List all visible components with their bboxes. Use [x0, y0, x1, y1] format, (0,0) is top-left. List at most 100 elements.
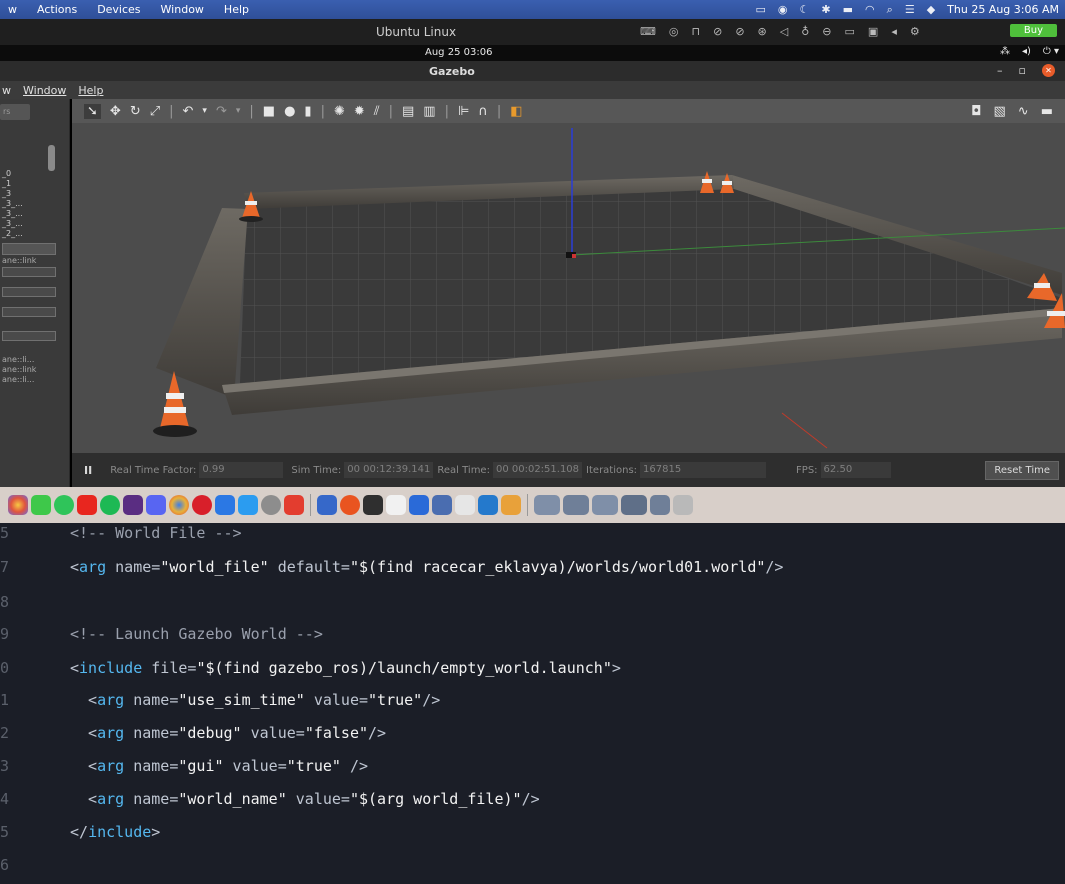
discord-icon[interactable]: [146, 495, 166, 515]
maximize-icon[interactable]: ▫: [1019, 64, 1026, 77]
settings-icon[interactable]: ⚙: [910, 25, 920, 38]
redo-dropdown-icon[interactable]: ▾: [236, 106, 241, 116]
whatsapp-icon[interactable]: [54, 495, 74, 515]
audio-icon[interactable]: ◁: [780, 25, 788, 38]
box-shape-icon[interactable]: ■: [263, 104, 275, 119]
scale-mode-icon[interactable]: ⤢: [150, 104, 160, 119]
tree-item[interactable]: _2_...: [2, 229, 23, 239]
terminal-icon[interactable]: [363, 495, 383, 515]
tree-item[interactable]: ane::li...: [2, 355, 34, 365]
panel-tab[interactable]: rs: [0, 104, 30, 120]
directional-light-icon[interactable]: ⫽: [374, 104, 380, 119]
back-icon[interactable]: ◂: [891, 25, 897, 38]
network-icon[interactable]: ⁂: [1000, 46, 1010, 57]
menu-item-devices[interactable]: Devices: [97, 3, 140, 16]
view-angle-icon[interactable]: ◧: [510, 104, 522, 119]
printer-icon[interactable]: ⊖: [822, 25, 831, 38]
cd-icon-2[interactable]: ⊘: [735, 25, 744, 38]
select-mode-icon[interactable]: ➘: [84, 103, 101, 119]
youtube-icon[interactable]: [77, 495, 97, 515]
menu-item-window[interactable]: Window: [161, 3, 204, 16]
cylinder-shape-icon[interactable]: ▮: [304, 104, 311, 119]
reset-time-button[interactable]: Reset Time: [985, 460, 1059, 480]
menu-item-partial[interactable]: w: [8, 3, 17, 16]
undo-icon[interactable]: ↶: [183, 104, 194, 119]
screenshot-icon[interactable]: ◘: [971, 104, 981, 119]
rotate-mode-icon[interactable]: ↻: [130, 104, 141, 119]
tree-item[interactable]: ane::li...: [2, 375, 34, 385]
paste-icon[interactable]: ▥: [423, 104, 435, 119]
search-icon[interactable]: ⌕: [887, 3, 893, 17]
wifi-icon[interactable]: ◠: [865, 3, 875, 16]
window-thumbnail[interactable]: [534, 495, 560, 515]
slack-icon[interactable]: [123, 495, 143, 515]
network-icon[interactable]: ⊛: [758, 25, 767, 38]
window-thumbnail[interactable]: [650, 495, 670, 515]
window-thumbnail[interactable]: [621, 495, 647, 515]
finder-icon[interactable]: [409, 495, 429, 515]
property-row[interactable]: [2, 243, 56, 255]
vscode-icon[interactable]: [478, 495, 498, 515]
control-center-icon[interactable]: ☰: [905, 3, 915, 16]
chrome-icon[interactable]: [169, 495, 189, 515]
tree-item[interactable]: _3_...: [2, 209, 23, 219]
buy-button[interactable]: Buy: [1009, 24, 1057, 37]
menu-help[interactable]: Help: [78, 84, 103, 97]
opera-icon[interactable]: [192, 495, 212, 515]
ubuntu-clock[interactable]: Aug 25 03:06: [425, 47, 492, 58]
sublime-icon[interactable]: [501, 495, 521, 515]
scene-viewport[interactable]: [72, 123, 1065, 453]
notes-icon[interactable]: [386, 495, 406, 515]
sphere-shape-icon[interactable]: ●: [284, 104, 295, 119]
screen-icon[interactable]: ▭: [756, 3, 766, 16]
cd-icon[interactable]: ⊘: [713, 25, 722, 38]
ubuntu-icon[interactable]: [340, 495, 360, 515]
snap-icon[interactable]: ∩: [478, 104, 488, 119]
app-store-icon[interactable]: [238, 495, 258, 515]
plot-icon[interactable]: ∿: [1018, 104, 1029, 119]
point-light-icon[interactable]: ✺: [334, 104, 345, 119]
menu-view-partial[interactable]: w: [2, 84, 11, 97]
close-icon[interactable]: ✕: [1042, 64, 1055, 77]
panel-scrollbar[interactable]: [48, 145, 55, 171]
window-thumbnail[interactable]: [592, 495, 618, 515]
menubar-clock[interactable]: Thu 25 Aug 3:06 AM: [947, 3, 1059, 16]
minimize-icon[interactable]: –: [997, 64, 1003, 77]
menu-item-help[interactable]: Help: [224, 3, 249, 16]
video-record-icon[interactable]: ▬: [1041, 104, 1053, 119]
tree-item[interactable]: ane::link: [2, 365, 36, 375]
property-field[interactable]: [2, 307, 56, 317]
keyboard-icon[interactable]: ⌨: [640, 25, 656, 38]
photos-icon[interactable]: [8, 495, 28, 515]
translate-mode-icon[interactable]: ✥: [110, 104, 121, 119]
link-label[interactable]: ane::link: [2, 256, 36, 266]
siri-icon[interactable]: ◆: [927, 3, 935, 16]
tree-item[interactable]: _3_...: [2, 199, 23, 209]
usb-icon[interactable]: ⊓: [692, 25, 701, 38]
bluetooth-icon[interactable]: ✱: [821, 3, 830, 16]
volume-icon[interactable]: ◂): [1022, 46, 1031, 57]
trash-icon[interactable]: [673, 495, 693, 515]
window-thumbnail[interactable]: [563, 495, 589, 515]
pause-button[interactable]: II: [84, 464, 92, 477]
preview-icon[interactable]: [432, 495, 452, 515]
property-field[interactable]: [2, 287, 56, 297]
align-icon[interactable]: ⊫: [458, 104, 469, 119]
battery-icon[interactable]: ▬: [843, 3, 853, 16]
share-icon[interactable]: ▣: [868, 25, 878, 38]
undo-dropdown-icon[interactable]: ▾: [202, 106, 207, 116]
tree-item[interactable]: _3_...: [2, 219, 23, 229]
settings-icon[interactable]: [261, 495, 281, 515]
disk-icon[interactable]: ◎: [669, 25, 679, 38]
tree-item[interactable]: _3: [2, 189, 11, 199]
textedit-icon[interactable]: [455, 495, 475, 515]
record-icon[interactable]: ◉: [778, 3, 788, 16]
virtualbox-icon[interactable]: [317, 495, 337, 515]
property-field[interactable]: [2, 267, 56, 277]
log-icon[interactable]: ▧: [994, 104, 1006, 119]
tree-item[interactable]: _0: [2, 169, 11, 179]
mic-icon[interactable]: ♁: [801, 25, 809, 38]
menu-item-actions[interactable]: Actions: [37, 3, 77, 16]
tree-item[interactable]: _1: [2, 179, 11, 189]
redo-icon[interactable]: ↷: [216, 104, 227, 119]
